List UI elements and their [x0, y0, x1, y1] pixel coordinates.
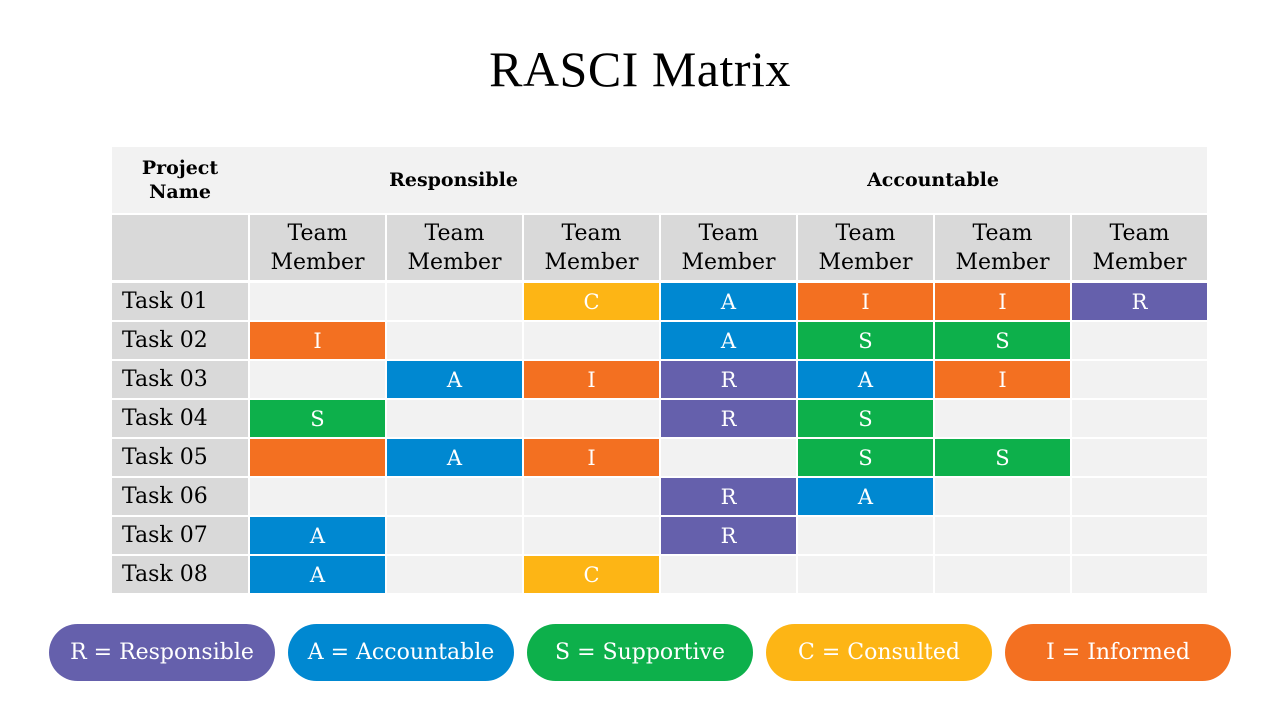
matrix-cell: [387, 517, 522, 554]
task-label: Task 07: [112, 517, 248, 554]
column-header-team-member: Team Member: [250, 215, 385, 280]
header-blank-cell: [112, 215, 248, 280]
matrix-cell: [250, 361, 385, 398]
matrix-cell: A: [661, 322, 796, 359]
legend-item-r: R = Responsible: [49, 624, 275, 681]
matrix-cell: S: [935, 322, 1070, 359]
matrix-cell: [1072, 439, 1207, 476]
matrix-cell: R: [661, 361, 796, 398]
matrix-cell: [798, 517, 933, 554]
task-label: Task 06: [112, 478, 248, 515]
matrix-cell: I: [798, 283, 933, 320]
accountable-group-header: Accountable: [659, 147, 1207, 213]
project-name-header: Project Name: [112, 147, 248, 213]
matrix-cell: I: [935, 283, 1070, 320]
task-label: Task 01: [112, 283, 248, 320]
task-label: Task 05: [112, 439, 248, 476]
matrix-cell: A: [798, 361, 933, 398]
matrix-cell: [387, 556, 522, 593]
matrix-cell: A: [798, 478, 933, 515]
matrix-cell: A: [250, 517, 385, 554]
matrix-cell: [524, 517, 659, 554]
matrix-cell: S: [250, 400, 385, 437]
matrix-cell: S: [798, 400, 933, 437]
matrix-cell: [661, 556, 796, 593]
matrix-cell: [1072, 517, 1207, 554]
matrix-cell: [250, 283, 385, 320]
matrix-cell: [1072, 478, 1207, 515]
matrix-cell: [524, 322, 659, 359]
matrix-cell: [935, 478, 1070, 515]
column-header-team-member: Team Member: [387, 215, 522, 280]
matrix-cell: C: [524, 556, 659, 593]
matrix-cell: [387, 322, 522, 359]
matrix-cell: [935, 400, 1070, 437]
matrix-cell: [250, 478, 385, 515]
matrix-cell: A: [387, 439, 522, 476]
matrix-cell: R: [1072, 283, 1207, 320]
matrix-cell: [935, 517, 1070, 554]
matrix-cell: I: [935, 361, 1070, 398]
matrix-cell: [1072, 400, 1207, 437]
task-label: Task 08: [112, 556, 248, 593]
legend-item-s: S = Supportive: [527, 624, 753, 681]
matrix-cell: I: [524, 361, 659, 398]
task-label: Task 03: [112, 361, 248, 398]
matrix-cell: [524, 400, 659, 437]
matrix-cell: I: [524, 439, 659, 476]
matrix-cell: [661, 439, 796, 476]
legend-item-c: C = Consulted: [766, 624, 992, 681]
legend: R = Responsible A = Accountable S = Suppor…: [49, 624, 1231, 681]
matrix-cell: [798, 556, 933, 593]
legend-item-a: A = Accountable: [288, 624, 514, 681]
task-label: Task 04: [112, 400, 248, 437]
column-header-team-member: Team Member: [661, 215, 796, 280]
column-header-team-member: Team Member: [524, 215, 659, 280]
matrix-cell: [1072, 322, 1207, 359]
column-header-team-member: Team Member: [798, 215, 933, 280]
task-label: Task 02: [112, 322, 248, 359]
matrix-cell: R: [661, 478, 796, 515]
matrix-cell: S: [798, 439, 933, 476]
matrix-cell: I: [250, 322, 385, 359]
matrix-cell: S: [935, 439, 1070, 476]
matrix-cell: [387, 283, 522, 320]
column-header-team-member: Team Member: [935, 215, 1070, 280]
matrix-cell: A: [387, 361, 522, 398]
matrix-cell: A: [250, 556, 385, 593]
matrix-cell: C: [524, 283, 659, 320]
responsible-group-header: Responsible: [248, 147, 659, 213]
matrix-cell: S: [798, 322, 933, 359]
matrix-cell: [1072, 361, 1207, 398]
matrix-cell: [1072, 556, 1207, 593]
matrix-cell: R: [661, 517, 796, 554]
matrix-cell: [524, 478, 659, 515]
matrix-cell: [935, 556, 1070, 593]
matrix-cell: [250, 439, 385, 476]
column-header-team-member: Team Member: [1072, 215, 1207, 280]
matrix-cell: R: [661, 400, 796, 437]
rasci-matrix-table: Project Name Responsible Accountable Tea…: [112, 147, 1207, 593]
page-title: RASCI Matrix: [489, 41, 791, 97]
matrix-cell: A: [661, 283, 796, 320]
legend-item-i: I = Informed: [1005, 624, 1231, 681]
matrix-cell: [387, 400, 522, 437]
matrix-cell: [387, 478, 522, 515]
